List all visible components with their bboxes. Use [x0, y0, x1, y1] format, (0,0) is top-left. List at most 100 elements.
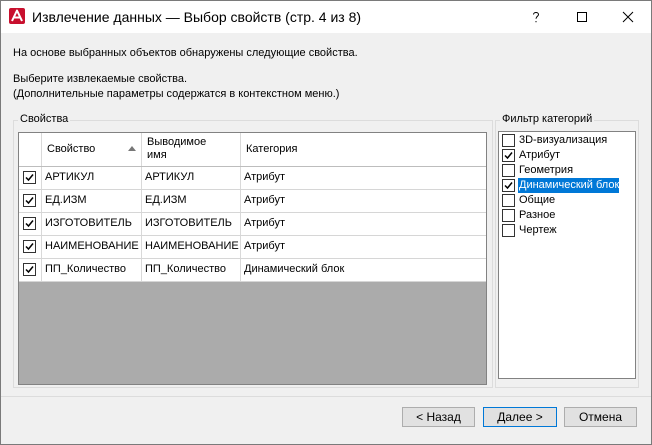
row-checkbox[interactable]	[23, 171, 36, 184]
property-name: НАИМЕНОВАНИЕ	[45, 240, 139, 252]
category-cell: Динамический блок	[241, 259, 486, 281]
row-checkbox-cell	[19, 190, 42, 212]
property-name: АРТИКУЛ	[45, 171, 95, 183]
property-name: ПП_Количество	[45, 263, 127, 275]
sort-ascending-icon	[128, 146, 136, 151]
filter-item-label: Общие	[519, 194, 556, 206]
filter-item-label: Чертеж	[519, 224, 557, 236]
cancel-button[interactable]: Отмена	[564, 407, 637, 427]
filter-item-general[interactable]: Общие	[501, 193, 633, 208]
table-row[interactable]: ЕД.ИЗМ ЕД.ИЗМ Атрибут	[19, 190, 486, 213]
display-name-cell[interactable]: ПП_Количество	[142, 259, 241, 281]
display-name: ИЗГОТОВИТЕЛЬ	[145, 217, 232, 229]
property-name: ИЗГОТОВИТЕЛЬ	[45, 217, 132, 229]
property-cell: ИЗГОТОВИТЕЛЬ	[42, 213, 142, 235]
properties-grid[interactable]: Свойство Выводимое имя Категория АРТИКУЛ…	[18, 132, 487, 385]
row-checkbox[interactable]	[23, 263, 36, 276]
display-name-cell[interactable]: НАИМЕНОВАНИЕ	[142, 236, 241, 258]
checkmark-icon	[25, 220, 34, 228]
checkmark-icon	[504, 152, 513, 160]
header-display-name-line2: имя	[147, 149, 167, 161]
filter-checkbox[interactable]	[502, 149, 515, 162]
row-checkbox[interactable]	[23, 194, 36, 207]
row-checkbox-cell	[19, 259, 42, 281]
property-cell: ПП_Количество	[42, 259, 142, 281]
display-name-cell[interactable]: ЕД.ИЗМ	[142, 190, 241, 212]
category-cell: Атрибут	[241, 236, 486, 258]
filter-item-drawing[interactable]: Чертеж	[501, 223, 633, 238]
row-checkbox-cell	[19, 236, 42, 258]
filter-item-geometry[interactable]: Геометрия	[501, 163, 633, 178]
row-checkbox-cell	[19, 213, 42, 235]
filter-checkbox[interactable]	[502, 134, 515, 147]
display-name-cell[interactable]: АРТИКУЛ	[142, 167, 241, 189]
property-name: ЕД.ИЗМ	[45, 194, 87, 206]
category-name: Атрибут	[244, 240, 285, 252]
header-property[interactable]: Свойство	[42, 133, 142, 166]
header-category[interactable]: Категория	[241, 133, 486, 166]
filter-item-misc[interactable]: Разное	[501, 208, 633, 223]
category-filter-list[interactable]: 3D-визуализация Атрибут Геометрия Динами…	[498, 131, 636, 379]
property-cell: ЕД.ИЗМ	[42, 190, 142, 212]
property-cell: НАИМЕНОВАНИЕ	[42, 236, 142, 258]
display-name-cell[interactable]: ИЗГОТОВИТЕЛЬ	[142, 213, 241, 235]
checkmark-icon	[25, 197, 34, 205]
filter-item-attribute[interactable]: Атрибут	[501, 148, 633, 163]
category-filter-legend: Фильтр категорий	[500, 113, 595, 125]
next-button[interactable]: Далее >	[483, 407, 557, 427]
category-cell: Атрибут	[241, 213, 486, 235]
display-name: АРТИКУЛ	[145, 171, 195, 183]
table-row[interactable]: АРТИКУЛ АРТИКУЛ Атрибут	[19, 167, 486, 190]
intro-text-detected: На основе выбранных объектов обнаружены …	[13, 47, 358, 59]
header-display-name-line1: Выводимое	[147, 136, 207, 148]
autocad-a-icon	[9, 8, 25, 24]
filter-checkbox[interactable]	[502, 179, 515, 192]
filter-checkbox[interactable]	[502, 209, 515, 222]
properties-legend: Свойства	[18, 113, 71, 125]
filter-checkbox[interactable]	[502, 224, 515, 237]
footer-divider	[1, 396, 651, 397]
filter-item-dynamic-block[interactable]: Динамический блок	[501, 178, 633, 193]
intro-text-context-menu: (Дополнительные параметры содержатся в к…	[13, 88, 340, 100]
help-button[interactable]	[513, 1, 559, 33]
filter-checkbox[interactable]	[502, 164, 515, 177]
close-button[interactable]	[605, 1, 651, 33]
close-icon	[622, 11, 634, 23]
display-name: ЕД.ИЗМ	[145, 194, 187, 206]
grid-header: Свойство Выводимое имя Категория	[19, 133, 486, 167]
filter-item-3d-visualization[interactable]: 3D-визуализация	[501, 133, 633, 148]
display-name: НАИМЕНОВАНИЕ	[145, 240, 239, 252]
dialog-window: Извлечение данных — Выбор свойств (стр. …	[0, 0, 652, 445]
filter-item-label: Разное	[519, 209, 556, 221]
filter-checkbox[interactable]	[502, 194, 515, 207]
row-checkbox[interactable]	[23, 240, 36, 253]
header-property-label: Свойство	[47, 143, 96, 155]
category-name: Атрибут	[244, 171, 285, 183]
table-row[interactable]: НАИМЕНОВАНИЕ НАИМЕНОВАНИЕ Атрибут	[19, 236, 486, 259]
back-button[interactable]: < Назад	[402, 407, 475, 427]
row-checkbox-cell	[19, 167, 42, 189]
title-bar[interactable]: Извлечение данных — Выбор свойств (стр. …	[1, 1, 651, 33]
category-name: Атрибут	[244, 217, 285, 229]
category-cell: Атрибут	[241, 167, 486, 189]
maximize-icon	[577, 12, 587, 22]
checkmark-icon	[25, 266, 34, 274]
category-name: Атрибут	[244, 194, 285, 206]
table-row[interactable]: ИЗГОТОВИТЕЛЬ ИЗГОТОВИТЕЛЬ Атрибут	[19, 213, 486, 236]
display-name: ПП_Количество	[145, 263, 227, 275]
checkmark-icon	[25, 174, 34, 182]
property-cell: АРТИКУЛ	[42, 167, 142, 189]
row-checkbox[interactable]	[23, 217, 36, 230]
header-checkbox-column[interactable]	[19, 133, 42, 166]
filter-item-label: Динамический блок	[518, 178, 620, 193]
header-display-name[interactable]: Выводимое имя	[142, 133, 241, 166]
header-category-label: Категория	[246, 143, 298, 155]
checkmark-icon	[25, 243, 34, 251]
window-title: Извлечение данных — Выбор свойств (стр. …	[32, 9, 362, 25]
table-row[interactable]: ПП_Количество ПП_Количество Динамический…	[19, 259, 486, 282]
filter-item-label: 3D-визуализация	[519, 134, 608, 146]
intro-text-select: Выберите извлекаемые свойства.	[13, 73, 188, 85]
maximize-button[interactable]	[559, 1, 605, 33]
category-cell: Атрибут	[241, 190, 486, 212]
category-name: Динамический блок	[244, 263, 345, 275]
